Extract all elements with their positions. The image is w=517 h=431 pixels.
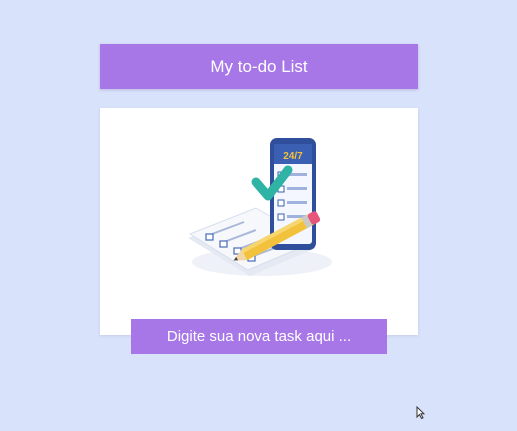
illustration-card: 24/7 <box>100 108 418 335</box>
todo-illustration-icon: 24/7 <box>188 138 332 276</box>
app-title-bar: My to-do List <box>100 44 418 89</box>
page-title: My to-do List <box>210 56 308 76</box>
phone-label-text: 24/7 <box>283 151 303 162</box>
new-task-input[interactable] <box>131 319 387 354</box>
mouse-pointer-icon <box>416 406 425 419</box>
